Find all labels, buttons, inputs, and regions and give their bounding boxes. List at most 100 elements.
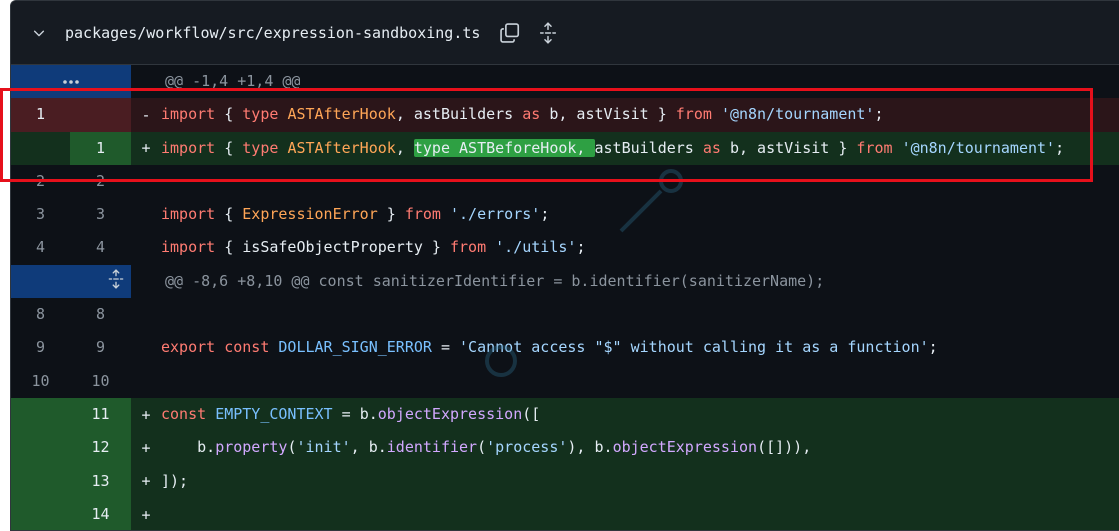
- diff-line-context[interactable]: 4 4 import { isSafeObjectProperty } from…: [11, 231, 1119, 264]
- token: property: [215, 438, 288, 457]
- token: './errors': [450, 205, 541, 224]
- token: const: [161, 404, 207, 423]
- token: import: [161, 105, 216, 124]
- token: '@n8n/tournament': [901, 138, 1056, 157]
- token: from: [675, 105, 712, 124]
- copy-icon[interactable]: [498, 21, 522, 45]
- token: import: [161, 205, 216, 224]
- diff-line-added[interactable]: 11 + const EMPTY_CONTEXT = b.objectExpre…: [11, 397, 1119, 432]
- token: '@n8n/tournament': [720, 105, 875, 124]
- hunk-header-text: @@ -1,4 +1,4 @@: [165, 72, 301, 90]
- old-line-number[interactable]: [11, 464, 70, 498]
- new-line-number[interactable]: 11: [70, 397, 131, 432]
- chevron-down-icon[interactable]: [29, 23, 49, 43]
- old-line-number[interactable]: 8: [11, 298, 70, 331]
- old-line-number[interactable]: [11, 497, 70, 530]
- token: {: [224, 238, 243, 257]
- token: const: [224, 338, 270, 357]
- diff-line-context[interactable]: 9 9 export const DOLLAR_SIGN_ERROR = 'Ca…: [11, 331, 1119, 364]
- diff-line-context[interactable]: 3 3 import { ExpressionError } from './e…: [11, 198, 1119, 231]
- new-line-number[interactable]: 8: [70, 298, 131, 331]
- token: (: [477, 438, 487, 457]
- token: b, astVisit }: [540, 105, 676, 124]
- diff-line-added[interactable]: 13 + ]);: [11, 464, 1119, 498]
- old-line-number[interactable]: 10: [11, 365, 70, 398]
- code-line: [161, 497, 1119, 530]
- diff-marker: +: [141, 505, 151, 524]
- token: ([: [522, 404, 541, 423]
- diff-marker: +: [141, 472, 151, 491]
- code-line: import { type ASTAfterHook, astBuilders …: [161, 98, 1119, 132]
- diff-line-context[interactable]: 8 8: [11, 298, 1119, 331]
- new-line-number[interactable]: 13: [70, 464, 131, 498]
- code-line: export const DOLLAR_SIGN_ERROR = 'Cannot…: [161, 331, 1119, 364]
- code-line: import { isSafeObjectProperty } from './…: [161, 231, 1119, 264]
- token: as: [702, 138, 721, 157]
- token: ([])),: [757, 438, 812, 457]
- diff-marker: +: [141, 405, 151, 424]
- token: import: [161, 138, 216, 157]
- token: ,: [395, 138, 414, 157]
- old-line-number[interactable]: [11, 431, 70, 465]
- token: './utils': [495, 238, 577, 257]
- expand-hunk-button[interactable]: [11, 65, 131, 99]
- old-line-number[interactable]: 3: [11, 198, 70, 231]
- new-line-number[interactable]: 3: [70, 198, 131, 231]
- diff-line-context[interactable]: 2 2: [11, 165, 1119, 198]
- token: ]);: [161, 471, 189, 490]
- token: from: [404, 205, 441, 224]
- token: ,: [395, 105, 414, 124]
- new-line-number[interactable]: [70, 98, 131, 132]
- expand-hunk-button[interactable]: [11, 264, 131, 299]
- token: }: [377, 205, 405, 224]
- diff-line-added[interactable]: 12 + b.property('init', b.identifier('pr…: [11, 431, 1119, 465]
- token: identifier: [386, 438, 478, 457]
- token: b.: [197, 438, 216, 457]
- diff-line-added[interactable]: 1 + import { type ASTAfterHook, type AST…: [11, 131, 1119, 165]
- new-line-number[interactable]: 12: [70, 431, 131, 465]
- unfold-icon[interactable]: [536, 21, 560, 45]
- old-line-number[interactable]: 1: [11, 98, 70, 132]
- old-line-number[interactable]: [11, 131, 70, 165]
- new-line-number[interactable]: 10: [70, 365, 131, 398]
- new-line-number[interactable]: 9: [70, 331, 131, 364]
- diff-line-added[interactable]: 14 +: [11, 497, 1119, 530]
- new-line-number[interactable]: 14: [70, 497, 131, 530]
- diff-line-deleted[interactable]: 1 - import { type ASTAfterHook, astBuild…: [11, 98, 1119, 132]
- token: {: [224, 205, 243, 224]
- token: EMPTY_CONTEXT: [215, 404, 333, 423]
- token: {: [224, 138, 243, 157]
- token: astBuilders: [413, 105, 514, 124]
- diff-line-context[interactable]: 10 10: [11, 365, 1119, 398]
- token: }: [422, 238, 450, 257]
- old-line-number[interactable]: 9: [11, 331, 70, 364]
- token: ),: [567, 438, 595, 457]
- token: ;: [928, 338, 938, 357]
- token: =: [332, 404, 360, 423]
- diff-marker: +: [141, 438, 151, 457]
- token: 'process': [486, 438, 568, 457]
- old-line-number[interactable]: 2: [11, 165, 70, 198]
- hunk-header: @@ -8,6 +8,10 @@ const sanitizerIdentifi…: [11, 264, 1119, 299]
- token: ;: [874, 105, 884, 124]
- token: b.: [359, 404, 378, 423]
- token: ASTAfterHook: [287, 105, 396, 124]
- diff-file-panel: packages/workflow/src/expression-sandbox…: [10, 0, 1119, 531]
- code-line: import { ExpressionError } from './error…: [161, 198, 1119, 231]
- token: =: [431, 338, 460, 357]
- new-line-number[interactable]: 2: [70, 165, 131, 198]
- token: b.: [594, 438, 613, 457]
- token: ;: [1055, 138, 1065, 157]
- token: ,: [350, 438, 369, 457]
- file-path[interactable]: packages/workflow/src/expression-sandbox…: [65, 24, 480, 42]
- code-line: b.property('init', b.identifier('process…: [161, 431, 1119, 465]
- diff-marker: +: [141, 139, 151, 158]
- token: objectExpression: [377, 404, 523, 423]
- token: type: [242, 105, 279, 124]
- new-line-number[interactable]: 1: [70, 131, 131, 165]
- old-line-number[interactable]: [11, 397, 70, 432]
